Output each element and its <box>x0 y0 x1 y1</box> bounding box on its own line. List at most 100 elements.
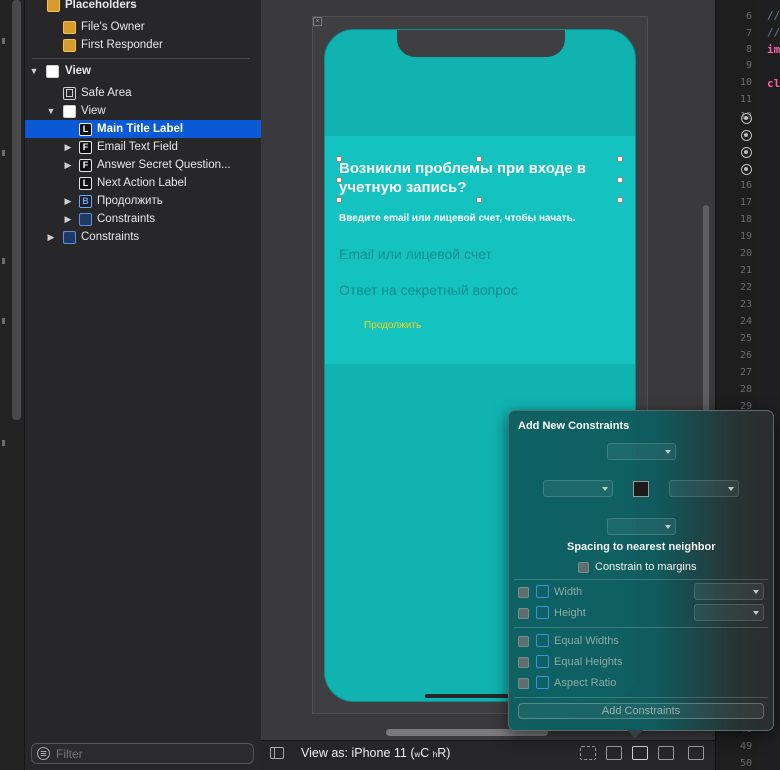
chevron-down-icon <box>753 590 759 594</box>
answer-secret-question-field[interactable]: Ответ на секретный вопрос <box>339 282 609 298</box>
width-value-field[interactable] <box>694 583 764 600</box>
update-frames-icon[interactable] <box>580 746 596 760</box>
disclosure-closed-icon[interactable]: ▶ <box>63 196 73 207</box>
line-number: 8 <box>745 44 752 55</box>
outline-row-view-constraints[interactable]: ▶ Constraints <box>25 210 261 228</box>
popover-title: Add New Constraints <box>518 420 630 432</box>
disclosure-open-icon[interactable]: ▼ <box>46 106 56 116</box>
resize-handle[interactable] <box>617 197 623 203</box>
aspect-ratio-label: Aspect Ratio <box>554 677 617 689</box>
outline-row-view-root[interactable]: ▼ View <box>25 62 261 80</box>
top-spacing-field[interactable] <box>607 443 676 460</box>
constraint-target-view <box>633 481 649 497</box>
outline-label: Продолжить <box>97 195 163 207</box>
resize-handle[interactable] <box>617 156 623 162</box>
line-number: 9 <box>745 60 752 71</box>
device-notch <box>397 30 565 57</box>
view-as-close-paren: ) <box>446 746 451 760</box>
height-checkbox[interactable] <box>518 608 529 619</box>
aspect-ratio-checkbox[interactable] <box>518 678 529 689</box>
outline-row-view-child[interactable]: ▼ View <box>25 102 261 120</box>
main-title-label[interactable]: Возникли проблемы при входе в учетную за… <box>339 159 621 197</box>
breakpoint-icon[interactable] <box>741 164 752 175</box>
outline-row-answer-secret-question[interactable]: ▶ F Answer Secret Question... <box>25 156 261 174</box>
outline-row-next-action-label[interactable]: L Next Action Label <box>25 174 261 192</box>
width-checkbox[interactable] <box>518 587 529 598</box>
outline-label: Safe Area <box>81 87 132 99</box>
filter-icon <box>37 747 50 760</box>
add-new-constraints-icon[interactable] <box>632 746 648 760</box>
equal-widths-checkbox[interactable] <box>518 636 529 647</box>
line-number: 21 <box>739 265 752 276</box>
left-scrollbar[interactable] <box>12 0 21 420</box>
equal-heights-checkbox[interactable] <box>518 657 529 668</box>
outline-filter[interactable] <box>31 743 254 764</box>
breakpoint-icon[interactable] <box>741 130 752 141</box>
filter-input[interactable] <box>56 746 246 761</box>
disclosure-open-icon[interactable]: ▼ <box>29 66 39 76</box>
line-number: 6 <box>745 11 752 22</box>
outline-toggle-icon[interactable] <box>270 747 284 759</box>
align-icon[interactable] <box>606 746 622 760</box>
continue-button[interactable]: Продолжить <box>364 320 421 331</box>
height-value-field[interactable] <box>694 604 764 621</box>
outline-row-placeholders[interactable]: Placeholders <box>25 0 261 14</box>
outline-row-email-text-field[interactable]: ▶ F Email Text Field <box>25 138 261 156</box>
outline-label: Answer Secret Question... <box>97 159 231 171</box>
view-as-device-button[interactable]: View as: iPhone 11 (wC hR) <box>301 746 450 760</box>
outline-row-safe-area[interactable]: Safe Area <box>25 84 261 102</box>
line-number: 11 <box>739 94 752 105</box>
equal-widths-icon <box>536 634 549 647</box>
outline-row-main-title-label[interactable]: L Main Title Label <box>25 120 261 138</box>
line-number: 16 <box>739 180 752 191</box>
next-action-label[interactable]: Введите email или лицевой счет, чтобы на… <box>339 213 576 224</box>
add-constraints-button[interactable]: Add Constraints <box>518 703 764 719</box>
resize-handle[interactable] <box>336 156 342 162</box>
code-comment: // <box>767 26 780 39</box>
scene-close-icon[interactable]: × <box>313 17 322 26</box>
constrain-to-margins-checkbox[interactable] <box>578 562 589 573</box>
embed-in-icon[interactable] <box>688 746 704 760</box>
resize-handle[interactable] <box>476 156 482 162</box>
resize-handle[interactable] <box>336 177 342 183</box>
resize-handle[interactable] <box>617 177 623 183</box>
button-icon: B <box>79 194 92 208</box>
outline-row-first-responder[interactable]: First Responder <box>25 36 261 54</box>
breakpoint-icon[interactable] <box>741 147 752 158</box>
text-field-icon: F <box>79 158 92 172</box>
size-class-r: R <box>437 746 447 760</box>
outline-row-root-constraints[interactable]: ▶ Constraints <box>25 228 261 246</box>
code-keyword: cl <box>767 77 780 90</box>
outline-label: Constraints <box>81 231 140 243</box>
line-number: 27 <box>739 367 752 378</box>
constraints-icon <box>79 212 92 226</box>
resolve-auto-layout-icon[interactable] <box>658 746 674 760</box>
constraints-icon <box>63 230 76 244</box>
chevron-down-icon <box>753 611 759 615</box>
disclosure-closed-icon[interactable]: ▶ <box>63 142 73 153</box>
text-field-icon: F <box>79 140 92 154</box>
trailing-spacing-field[interactable] <box>669 480 739 497</box>
view-icon <box>63 104 76 118</box>
disclosure-closed-icon[interactable]: ▶ <box>46 232 56 243</box>
line-number: 22 <box>739 282 752 293</box>
popover-divider <box>514 627 768 628</box>
bottom-spacing-field[interactable] <box>607 518 676 535</box>
disclosure-closed-icon[interactable]: ▶ <box>63 214 73 225</box>
disclosure-closed-icon[interactable]: ▶ <box>63 160 73 171</box>
line-number: 26 <box>739 350 752 361</box>
email-text-field[interactable]: Email или лицевой счет <box>339 246 609 262</box>
strip-marker <box>2 440 5 446</box>
outline-row-files-owner[interactable]: File's Owner <box>25 18 261 36</box>
cube-icon <box>63 20 76 34</box>
strip-marker <box>2 150 5 156</box>
resize-handle[interactable] <box>476 197 482 203</box>
outline-label: Placeholders <box>65 0 137 11</box>
outline-row-continue-button[interactable]: ▶ B Продолжить <box>25 192 261 210</box>
constrain-to-margins-label: Constrain to margins <box>595 561 697 573</box>
line-number: 24 <box>739 316 752 327</box>
resize-handle[interactable] <box>336 197 342 203</box>
leading-spacing-field[interactable] <box>543 480 613 497</box>
breakpoint-icon[interactable] <box>741 113 752 124</box>
width-constraint-icon <box>536 585 549 598</box>
